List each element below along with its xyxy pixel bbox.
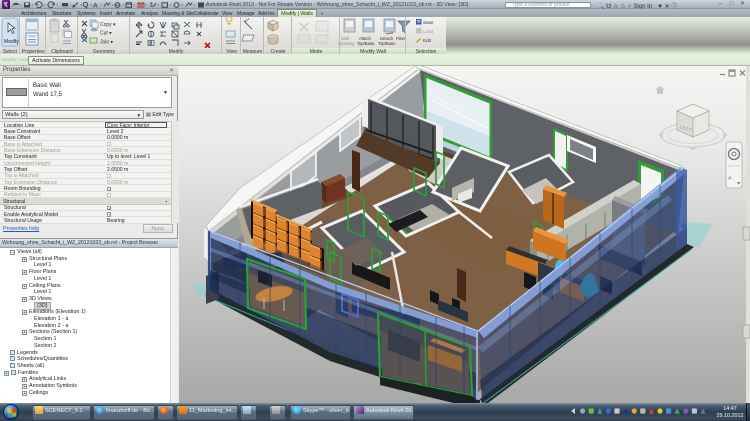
svg-text:Join ▾: Join ▾: [100, 40, 114, 46]
svg-text:Copy ▾: Copy ▾: [100, 22, 116, 28]
svg-text:Top/Base: Top/Base: [378, 41, 396, 46]
svg-text:Load: Load: [423, 29, 434, 34]
svg-text:Opening: Opening: [338, 41, 355, 46]
svg-text:⌕: ⌕: [728, 175, 732, 182]
svg-text:A: A: [93, 2, 98, 9]
svg-text:Modify: Modify: [4, 39, 19, 45]
svg-text:Save: Save: [423, 20, 434, 25]
svg-text:Cut ▾: Cut ▾: [100, 31, 112, 37]
svg-text:Edit: Edit: [423, 38, 432, 43]
svg-text:Top/Base: Top/Base: [357, 41, 375, 46]
